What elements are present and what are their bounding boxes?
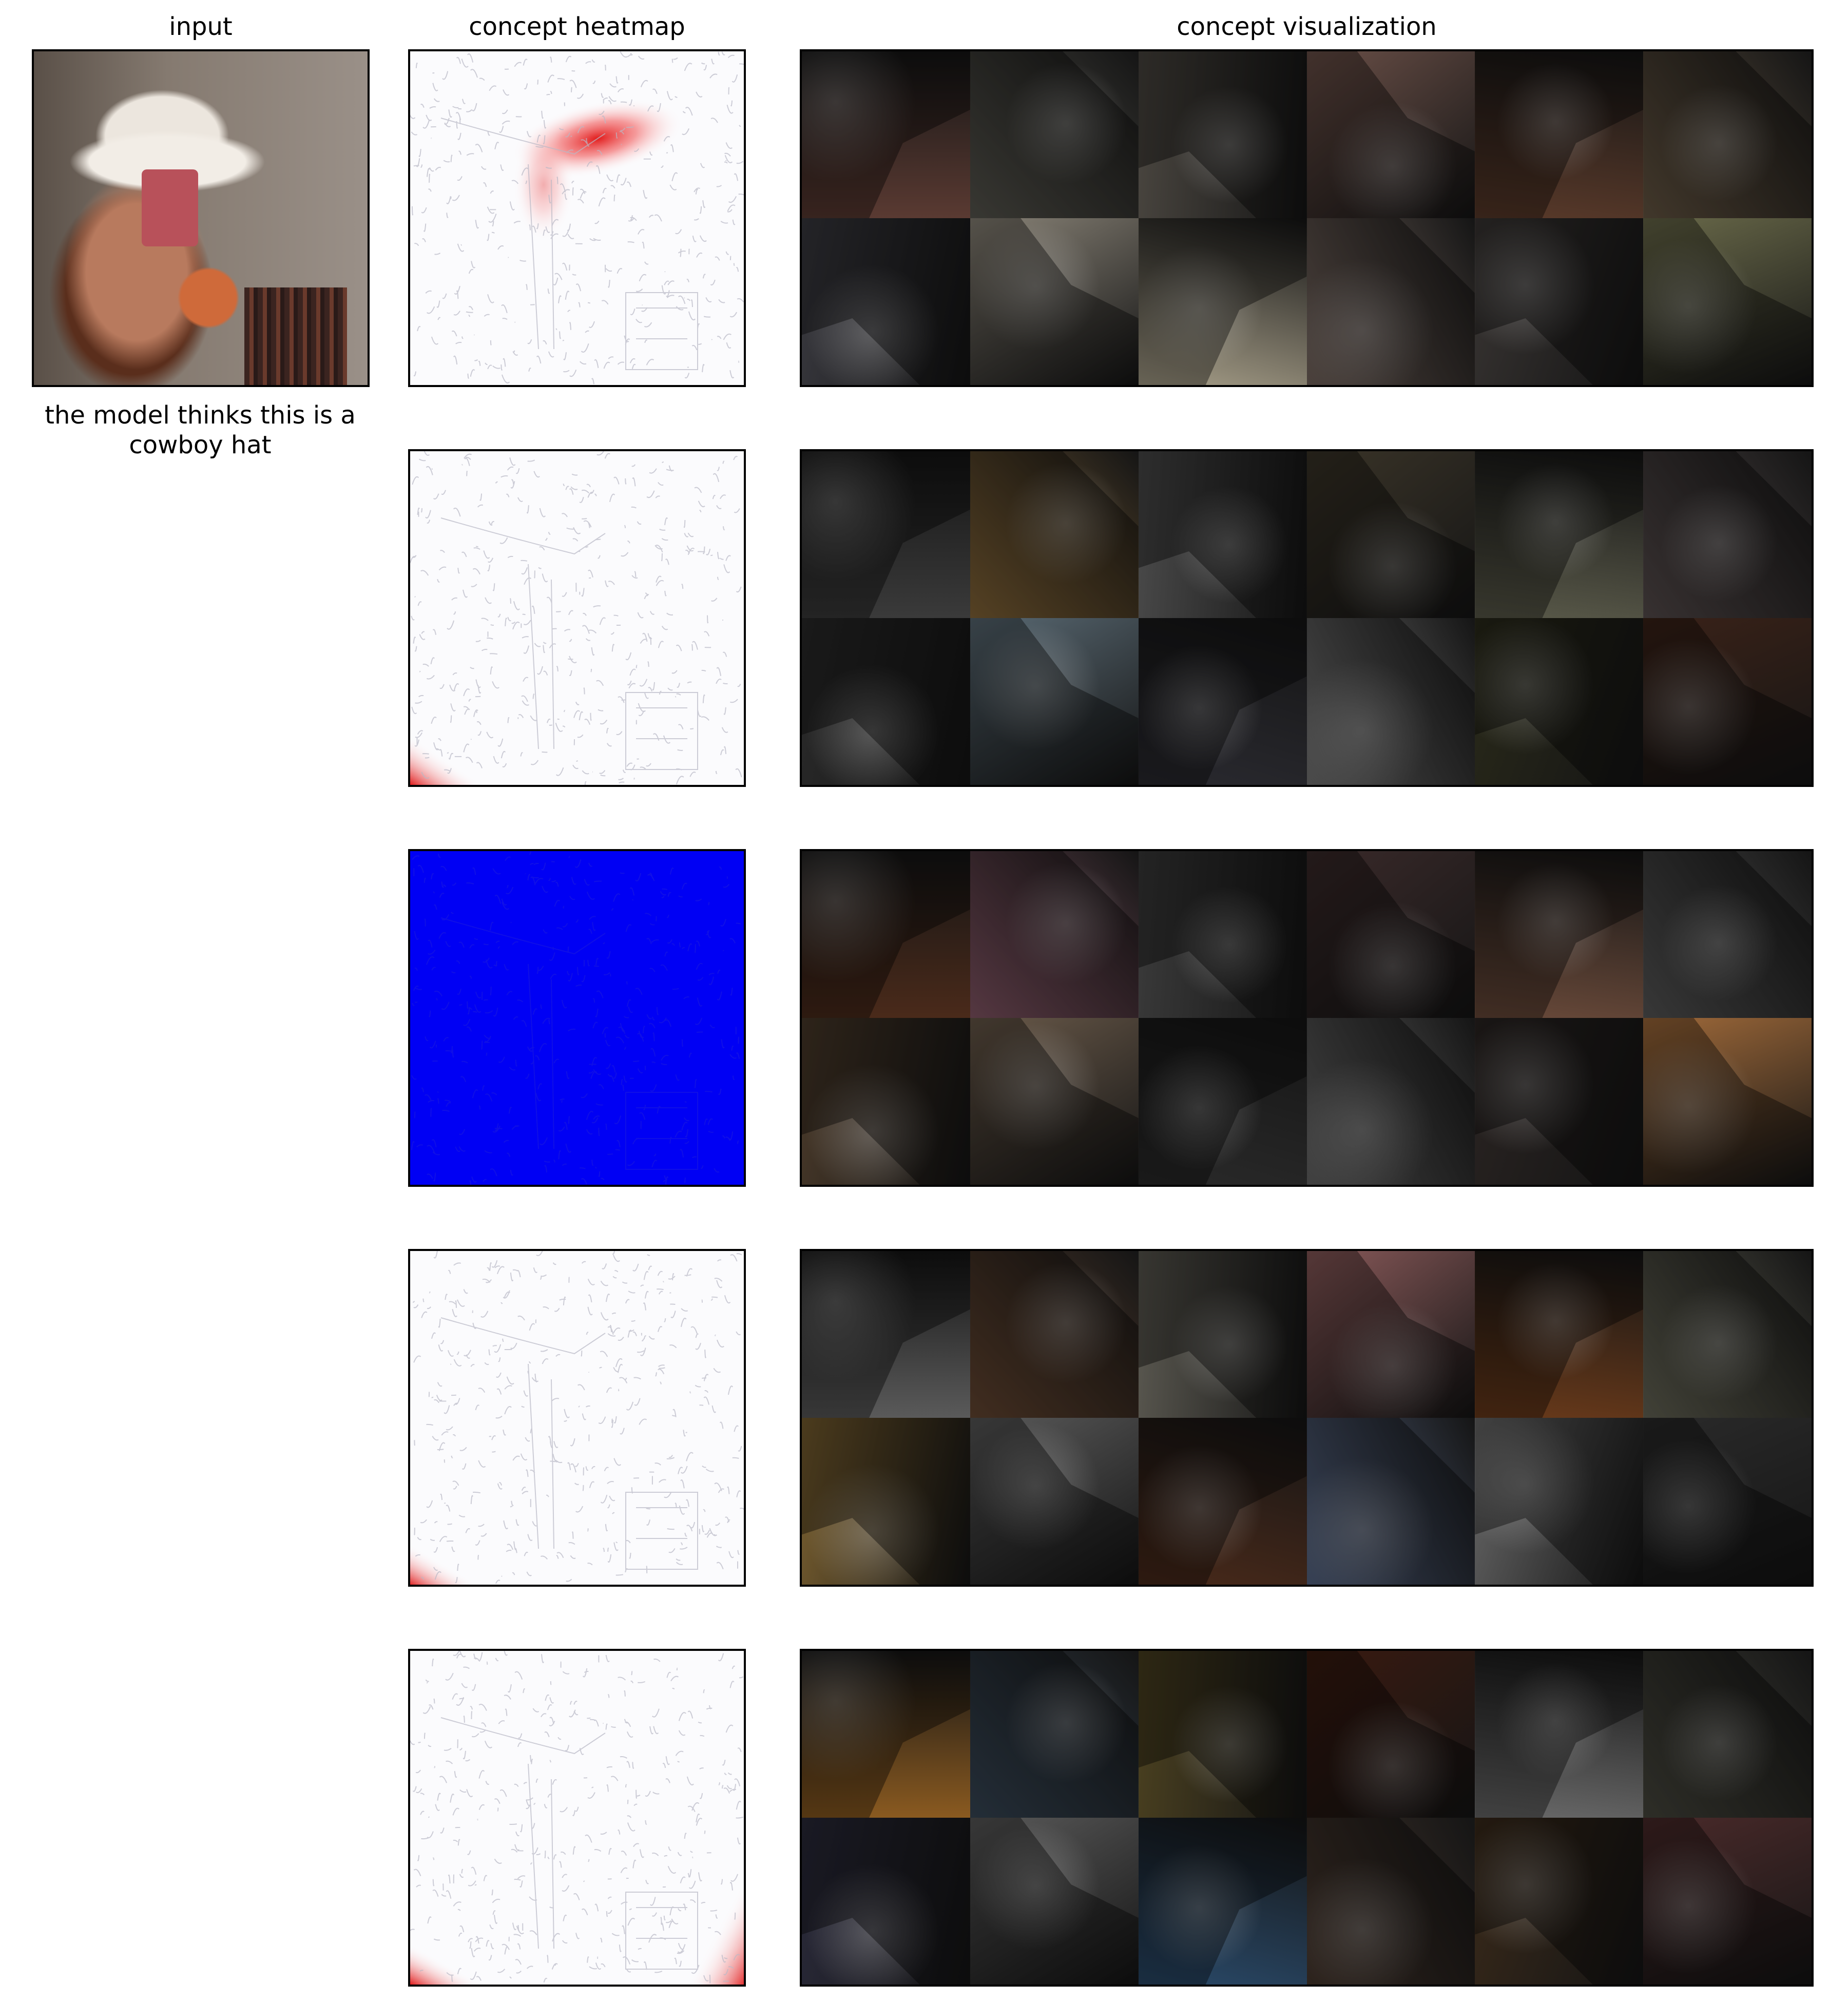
concept-example-tile: [802, 51, 970, 218]
concept-heatmap-5: [408, 1649, 746, 1987]
input-column-title: input: [169, 12, 233, 41]
heatmap-column-title: concept heatmap: [469, 12, 685, 41]
concept-example-tile: [1643, 851, 1812, 1018]
concept-example-tile: [1306, 1818, 1475, 1985]
concept-example-tile: [970, 1018, 1139, 1185]
concept-example-tile: [1643, 451, 1812, 618]
concept-example-tile: [1138, 1251, 1307, 1418]
bookshelf: [244, 287, 347, 385]
concept-example-tile: [1306, 1251, 1475, 1418]
concept-example-tile: [1643, 1251, 1812, 1418]
concept-visualization-5: [800, 1649, 1814, 1987]
concept-example-tile: [1306, 1418, 1475, 1585]
input-image: [32, 49, 370, 387]
concept-example-tile: [1306, 851, 1475, 1018]
concept-example-tile: [1475, 851, 1644, 1018]
concept-example-tile: [1138, 618, 1307, 785]
concept-example-tile: [802, 618, 970, 785]
concept-example-tile: [802, 1818, 970, 1985]
concept-example-tile: [1475, 1418, 1644, 1585]
concept-heatmap-4: [408, 1249, 746, 1587]
heatmap-overlay: [410, 51, 744, 384]
concept-example-tile: [802, 851, 970, 1018]
concept-visualization-4: [800, 1249, 1814, 1587]
heatmap-overlay: [410, 1651, 744, 1985]
concept-example-tile: [1306, 451, 1475, 618]
concept-example-tile: [1306, 1651, 1475, 1818]
heatmap-overlay: [411, 851, 741, 1185]
concept-example-tile: [1306, 1018, 1475, 1185]
concept-example-tile: [1138, 451, 1307, 618]
concept-example-tile: [1306, 218, 1475, 385]
concept-example-tile: [1306, 618, 1475, 785]
concept-visualization-2: [800, 449, 1814, 787]
concept-example-tile: [970, 451, 1139, 618]
concept-example-tile: [970, 851, 1139, 1018]
concept-example-tile: [1138, 1818, 1307, 1985]
visualization-column-title: concept visualization: [1177, 12, 1437, 41]
concept-heatmap-2: [408, 449, 746, 787]
concept-example-tile: [802, 1251, 970, 1418]
concept-example-tile: [1138, 218, 1307, 385]
heatmap-overlay: [410, 451, 742, 785]
concept-example-tile: [1138, 51, 1307, 218]
concept-example-tile: [970, 51, 1139, 218]
concept-example-tile: [1643, 1818, 1812, 1985]
concept-example-tile: [1475, 1018, 1644, 1185]
concept-example-tile: [1138, 1651, 1307, 1818]
concept-example-tile: [970, 1818, 1139, 1985]
concept-example-tile: [1475, 1251, 1644, 1418]
concept-example-tile: [1138, 1418, 1307, 1585]
concept-example-tile: [1475, 618, 1644, 785]
concept-example-tile: [970, 1418, 1139, 1585]
stop-sign: [142, 169, 198, 246]
concept-heatmap-3: [408, 849, 746, 1187]
concept-example-tile: [1475, 1651, 1644, 1818]
concept-example-tile: [1643, 1651, 1812, 1818]
concept-example-tile: [970, 218, 1139, 385]
concept-example-tile: [1643, 51, 1812, 218]
concept-visualization-3: [800, 849, 1814, 1187]
concept-example-tile: [1475, 51, 1644, 218]
concept-example-tile: [1643, 1018, 1812, 1185]
concept-example-tile: [1475, 1818, 1644, 1985]
concept-example-tile: [970, 1651, 1139, 1818]
concept-example-tile: [1138, 851, 1307, 1018]
concept-visualization-1: [800, 49, 1814, 387]
concept-example-tile: [970, 1251, 1139, 1418]
heatmap-overlay: [410, 1251, 744, 1585]
concept-example-tile: [802, 1418, 970, 1585]
concept-example-tile: [1643, 1418, 1812, 1585]
concept-example-tile: [1643, 218, 1812, 385]
concept-example-tile: [970, 618, 1139, 785]
concept-example-tile: [1138, 1018, 1307, 1185]
concept-example-tile: [1475, 451, 1644, 618]
concept-example-tile: [802, 451, 970, 618]
concept-example-tile: [1475, 218, 1644, 385]
concept-example-tile: [802, 1651, 970, 1818]
concept-heatmap-1: [408, 49, 746, 387]
concept-example-tile: [802, 218, 970, 385]
prediction-caption: the model thinks this is a cowboy hat: [45, 401, 356, 459]
concept-example-tile: [1643, 618, 1812, 785]
concept-example-tile: [802, 1018, 970, 1185]
concept-example-tile: [1306, 51, 1475, 218]
